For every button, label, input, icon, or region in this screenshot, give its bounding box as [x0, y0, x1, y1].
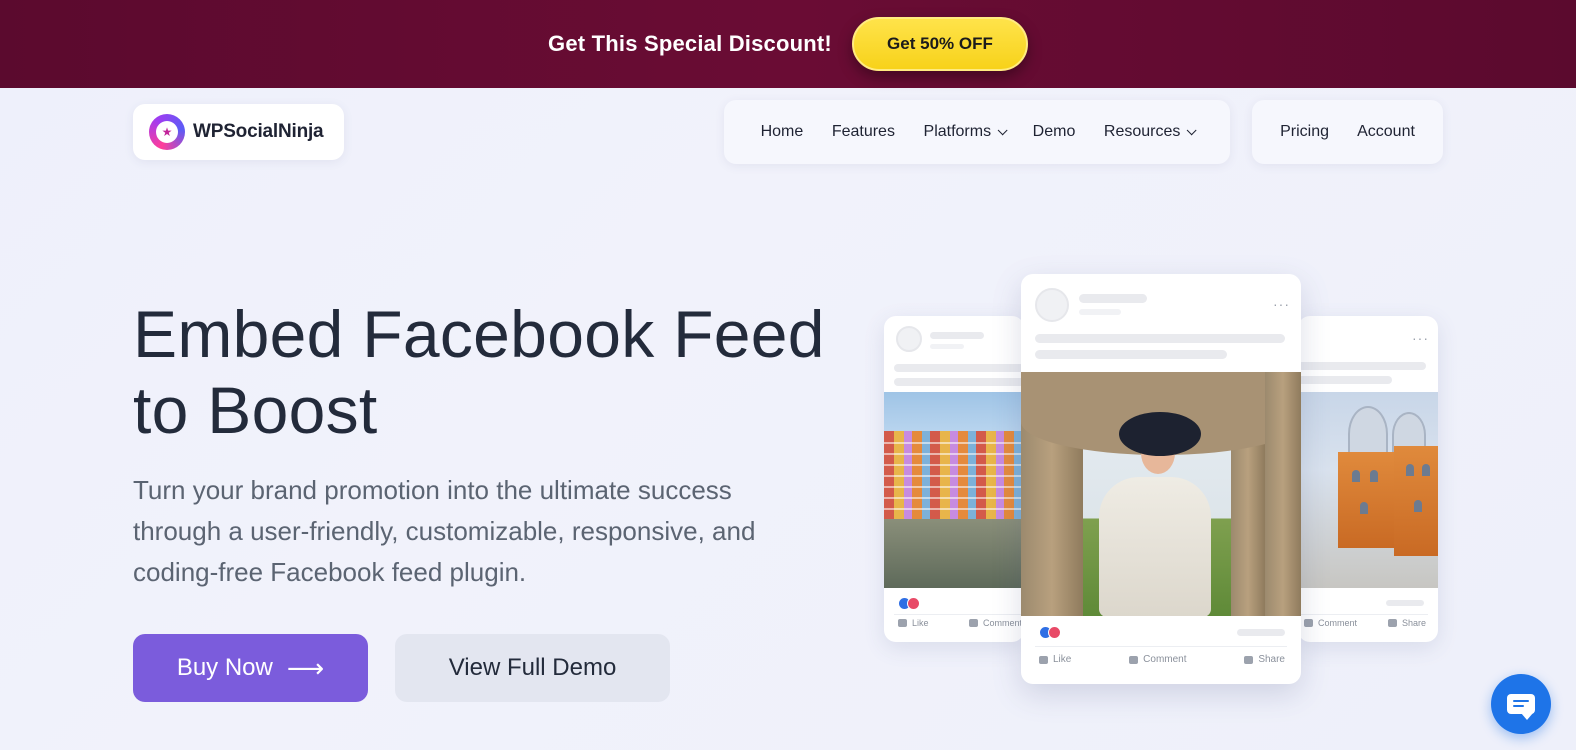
share-action-label: Share: [1401, 618, 1426, 628]
like-action-label: Like: [1053, 654, 1072, 665]
skeleton-line: [894, 378, 1024, 386]
avatar: [896, 326, 922, 352]
nav-resources[interactable]: Resources: [1103, 123, 1197, 141]
like-action-label: Like: [912, 618, 929, 628]
account-nav: Pricing Account: [1252, 100, 1443, 164]
view-demo-button[interactable]: View Full Demo: [395, 634, 670, 702]
nav-home-label: Home: [760, 123, 804, 140]
main-nav: Home Features Platforms Demo Resources: [724, 100, 1230, 164]
nav-resources-label: Resources: [1103, 123, 1181, 140]
more-options-icon: ···: [1412, 330, 1429, 346]
comment-action-label: Comment: [1318, 618, 1358, 628]
promo-banner: Get This Special Discount! Get 50% OFF: [0, 0, 1576, 88]
more-options-icon: ···: [1273, 296, 1290, 312]
skeleton-line: [930, 344, 964, 349]
nav-pricing[interactable]: Pricing: [1280, 123, 1329, 141]
brand-logo[interactable]: ★ WPSocialNinja: [133, 104, 344, 160]
brand-name: WPSocialNinja: [193, 121, 324, 142]
chevron-down-icon: [1187, 124, 1197, 135]
divider: [1035, 646, 1287, 647]
buy-now-button[interactable]: Buy Now ⟶: [133, 634, 368, 702]
thumbs-up-icon: [1039, 655, 1048, 664]
post-image: [1021, 372, 1301, 616]
ninja-star-icon: ★: [149, 114, 185, 150]
share-action-label: Share: [1258, 654, 1285, 665]
share-icon: [1387, 619, 1397, 627]
chat-widget-button[interactable]: [1491, 674, 1551, 734]
comment-action: Comment: [1304, 618, 1357, 628]
comment-action: Comment: [968, 618, 1022, 628]
nav-platforms[interactable]: Platforms: [923, 123, 1008, 141]
love-reaction-icon: [1048, 626, 1061, 639]
nav-account[interactable]: Account: [1357, 123, 1415, 141]
post-image: [884, 392, 1024, 588]
post-actions: Comment Share: [1304, 618, 1426, 628]
nav-demo-label: Demo: [1032, 123, 1076, 140]
comment-icon: [968, 619, 978, 627]
chevron-down-icon: [997, 124, 1008, 135]
comment-action-label: Comment: [1143, 654, 1187, 665]
feed-card-center: ··· Like Comment Share: [1021, 274, 1301, 684]
share-icon: [1244, 655, 1254, 664]
share-action: Share: [1387, 618, 1426, 628]
hero-subtitle: Turn your brand promotion into the ultim…: [133, 475, 756, 587]
nav-platforms-label: Platforms: [923, 123, 992, 140]
skeleton-line: [1035, 350, 1227, 359]
comment-action-label: Comment: [982, 618, 1022, 628]
skeleton-line: [1298, 362, 1426, 370]
skeleton-line: [1386, 600, 1424, 606]
hero-title-line2: to Boost: [133, 373, 378, 447]
share-action: Share: [1244, 654, 1285, 665]
feed-card-left: Like Comment: [884, 316, 1024, 642]
thumbs-up-icon: [898, 619, 907, 627]
reactions: [898, 597, 920, 610]
skeleton-line: [894, 364, 1024, 372]
like-action: Like: [1039, 654, 1071, 665]
comment-icon: [1129, 655, 1139, 664]
skeleton-line: [1298, 376, 1392, 384]
nav-demo[interactable]: Demo: [1033, 123, 1076, 141]
post-actions: Like Comment Share: [1039, 654, 1285, 665]
comment-icon: [1304, 619, 1313, 627]
like-action: Like: [898, 618, 929, 628]
skeleton-line: [1035, 334, 1285, 343]
nav-features-label: Features: [831, 123, 895, 140]
post-image: [1298, 392, 1438, 588]
discount-button[interactable]: Get 50% OFF: [851, 17, 1028, 71]
divider: [1298, 614, 1428, 615]
love-reaction-icon: [907, 597, 920, 610]
nav-features[interactable]: Features: [832, 123, 895, 141]
post-actions: Like Comment: [898, 618, 1022, 628]
promo-text: Get This Special Discount!: [548, 31, 832, 56]
buy-now-label: Buy Now: [176, 654, 273, 681]
chat-bubble-icon: [1507, 694, 1535, 720]
skeleton-line: [930, 332, 984, 339]
feed-card-right: ··· Comment Share: [1298, 316, 1438, 642]
reactions: [1039, 626, 1061, 639]
avatar: [1035, 288, 1069, 322]
hero-title: Embed Facebook Feed to Boost: [133, 296, 853, 448]
hero-title-line1: Embed Facebook Feed: [133, 297, 825, 371]
divider: [894, 614, 1024, 615]
skeleton-line: [1079, 309, 1121, 315]
nav-home[interactable]: Home: [761, 123, 804, 141]
skeleton-line: [1237, 629, 1285, 636]
skeleton-line: [1079, 294, 1147, 303]
arrow-right-icon: ⟶: [286, 653, 325, 683]
comment-action: Comment: [1129, 654, 1187, 665]
